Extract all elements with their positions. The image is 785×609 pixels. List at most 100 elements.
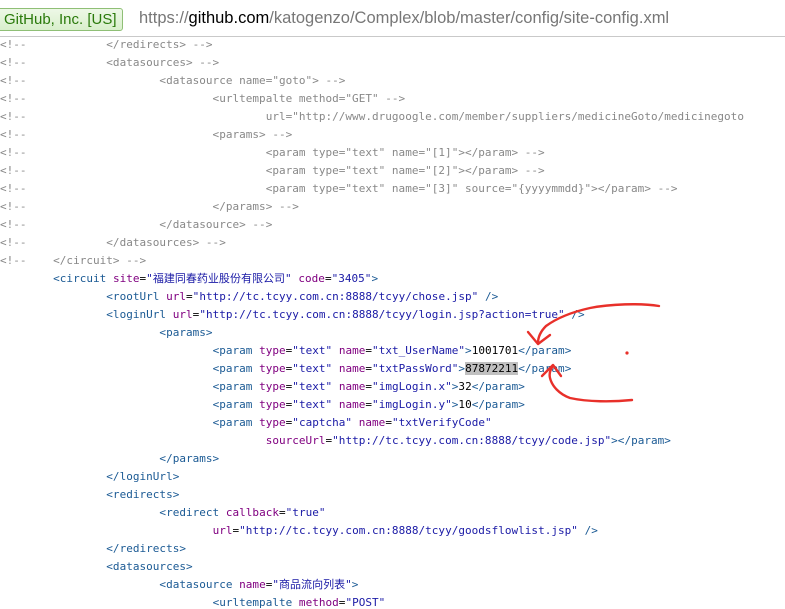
plain-text [0,416,213,429]
plain-text [0,308,106,321]
plain-text [332,362,339,375]
source-line: </params> [0,450,219,468]
plain-text: = [186,290,193,303]
xml-attribute: type [259,380,286,393]
source-line: url="http://tc.tcyy.com.cn:8888/tcyy/goo… [0,522,598,540]
plain-text [0,326,159,339]
plain-text [0,290,106,303]
plain-text [0,452,159,465]
plain-text [0,560,106,573]
xml-tag: /> [484,290,499,303]
xml-tag: > [351,578,359,591]
source-line: <!-- </params> --> [0,198,299,216]
comment-text: <!-- </params> --> [0,200,299,213]
xml-value: "text" [292,398,333,411]
xml-attribute: site [112,272,140,285]
source-line: <datasource name="商品流向列表"> [0,576,358,594]
xml-attribute: url [212,524,233,537]
xml-tag: > [465,344,472,357]
xml-attribute: sourceUrl [265,434,326,447]
xml-tag: <params> [159,326,213,339]
comment-text: <!-- <datasources> --> [0,56,220,69]
xml-value: "true" [285,506,326,519]
source-line: <!-- <param type="text" name="[1]"></par… [0,144,545,162]
plain-text: = [279,506,286,519]
source-line: <!-- <datasources> --> [0,54,219,72]
url-field[interactable]: https://github.com/katogenzo/Complex/blo… [139,8,669,29]
xml-value: "txtPassWord" [372,362,459,375]
source-line: <!-- </redirects> --> [0,36,213,54]
xml-tag: </params> [159,452,220,465]
source-line: <param type="text" name="txt_UserName">1… [0,342,572,360]
xml-value: "text" [292,380,333,393]
source-line: <!-- <param type="text" name="[2]"></par… [0,162,545,180]
source-line: <circuit site="福建同春药业股份有限公司" code="3405"… [0,270,378,288]
source-line: <loginUrl url="http://tc.tcyy.com.cn:888… [0,306,585,324]
comment-text: <!-- </datasource> --> [0,218,273,231]
xml-tag: <param [212,344,260,357]
plain-text [352,416,359,429]
xml-tag: <rootUrl [106,290,167,303]
xml-tag: > [371,272,379,285]
xml-attribute: url [166,290,187,303]
xml-value: "text" [292,344,333,357]
source-line: </loginUrl> [0,468,179,486]
source-line: <!-- </datasources> --> [0,234,226,252]
comment-text: <!-- <urltempalte method="GET" --> [0,92,406,105]
plain-text: 1001701 [471,344,519,357]
xml-value: "商品流向列表" [272,578,352,591]
plain-text [0,272,53,285]
xml-attribute: code [298,272,325,285]
source-line: <param type="text" name="imgLogin.x">32<… [0,378,525,396]
plain-text: = [385,416,392,429]
xml-attribute: method [298,596,339,609]
source-line: <param type="text" name="imgLogin.y">10<… [0,396,525,414]
xml-source-view[interactable]: <!-- </redirects> --> <!-- <datasources> … [0,36,785,609]
xml-tag: <urltempalte [212,596,299,609]
xml-tag: </redirects> [106,542,186,555]
xml-tag: <param [212,380,260,393]
source-line: <urltempalte method="POST" [0,594,386,609]
source-line: <param type="text" name="txtPassWord">87… [0,360,571,378]
xml-value: "POST" [345,596,386,609]
xml-attribute: type [259,398,286,411]
source-line: <redirect callback="true" [0,504,326,522]
xml-tag: </param> [518,362,572,375]
comment-text: <!-- <param type="text" name="[3]" sourc… [0,182,678,195]
xml-tag: </param> [471,380,525,393]
xml-value: "imgLogin.x" [372,380,452,393]
source-line: <!-- <param type="text" name="[3]" sourc… [0,180,678,198]
plain-text [0,434,266,447]
comment-text: <!-- <param type="text" name="[1]"></par… [0,146,545,159]
xml-tag: ></param> [611,434,671,447]
comment-text: <!-- </redirects> --> [0,38,213,51]
source-line: </redirects> [0,540,186,558]
xml-attribute: name [239,578,266,591]
comment-text: <!-- <param type="text" name="[2]"></par… [0,164,545,177]
xml-attribute: name [338,380,366,393]
xml-value: "captcha" [292,416,353,429]
plain-text [0,524,213,537]
comment-text: <!-- url="http://www.drugoogle.com/membe… [0,110,744,123]
xml-value: "福建同春药业股份有限公司" [146,272,292,285]
source-line: <!-- </circuit> --> [0,252,146,270]
address-bar[interactable]: GitHub, Inc. [US] https://github.com/kat… [0,0,785,37]
plain-text: 10 [458,398,472,411]
xml-value: "http://tc.tcyy.com.cn:8888/tcyy/goodsfl… [239,524,578,537]
source-line: sourceUrl="http://tc.tcyy.com.cn:8888/tc… [0,432,671,450]
xml-tag: <redirect [159,506,226,519]
xml-attribute: url [172,308,193,321]
source-line: <param type="captcha" name="txtVerifyCod… [0,414,492,432]
plain-text [0,380,213,393]
site-identity-badge[interactable]: GitHub, Inc. [US] [0,8,123,31]
xml-attribute: type [259,416,286,429]
xml-attribute: name [338,344,366,357]
plain-text [0,542,106,555]
xml-tag: </loginUrl> [106,470,180,483]
plain-text [0,398,213,411]
comment-text: <!-- <datasource name="goto"> --> [0,74,346,87]
comment-text: <!-- </datasources> --> [0,236,226,249]
xml-tag: <param [212,398,260,411]
highlighted-value: 87872211 [465,362,519,375]
xml-attribute: name [338,362,366,375]
